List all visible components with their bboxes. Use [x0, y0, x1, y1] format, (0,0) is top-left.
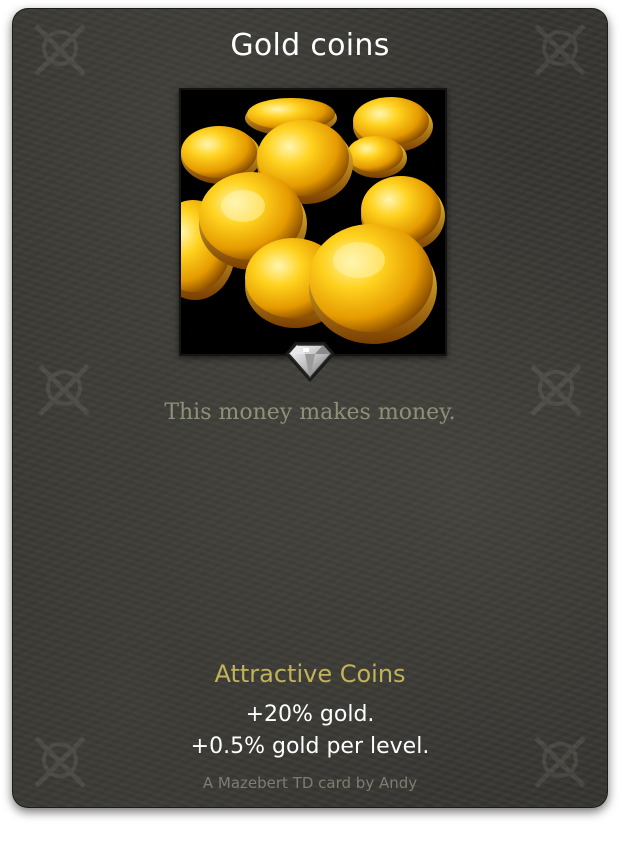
ability-effect-per-level: +0.5% gold per level. — [190, 734, 430, 759]
ability-name: Attractive Coins — [214, 660, 406, 688]
card-title: Gold coins — [230, 28, 390, 63]
ability-effect: +20% gold. — [245, 702, 375, 727]
diamond-rarity-icon — [285, 342, 335, 382]
card-description: This money makes money. — [164, 400, 456, 425]
card-credit: A Mazebert TD card by Andy — [202, 774, 418, 792]
card-artwork — [179, 88, 447, 356]
item-card: Gold coins This money makes money. Attra… — [12, 8, 608, 808]
gold-coins-icon — [181, 90, 445, 354]
